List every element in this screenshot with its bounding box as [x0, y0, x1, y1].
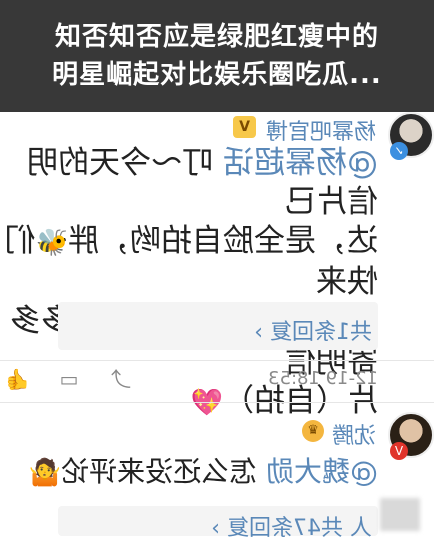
shrug-emoji-icon: 🤷	[28, 458, 62, 488]
chevron-right-icon: ›	[254, 320, 263, 345]
mention-link[interactable]: @杨幂超话	[223, 145, 378, 181]
comment-2-body: @魏大勋 怎么还没来评论🤷	[0, 452, 378, 493]
like-icon[interactable]: 👍	[5, 367, 30, 391]
title-line-2: 明星崛起对比娱乐圈吃瓜...	[52, 60, 382, 90]
comment-2-username[interactable]: 沈腾	[332, 418, 376, 450]
heart-emoji-icon: 💖	[190, 388, 223, 418]
mention-link[interactable]: @魏大勋	[266, 455, 378, 488]
divider	[0, 360, 434, 361]
reply-link-2[interactable]: 人 共47条回复 ›	[211, 510, 372, 542]
share-icon[interactable]: ⤴	[110, 367, 132, 391]
blurred-patch	[380, 498, 420, 531]
comment-1-username[interactable]: 杨幂吧官博	[266, 114, 376, 146]
title-overlay: 知否知否应是绿肥红瘦中的 明星崛起对比娱乐圈吃瓜...	[0, 0, 434, 112]
comment-icon[interactable]: ▭	[58, 367, 80, 391]
divider	[0, 402, 434, 403]
title-line-1: 知否知否应是绿肥红瘦中的	[54, 22, 379, 52]
crown-icon: ♛	[302, 420, 324, 442]
verified-icon: V	[390, 442, 408, 460]
bee-emoji-icon: 🐝	[35, 228, 68, 258]
vip-badge: V	[233, 116, 256, 138]
chevron-right-icon: ›	[211, 516, 220, 541]
reply-link-1[interactable]: 共1条回复 ›	[254, 314, 372, 346]
verified-icon: ✓	[390, 142, 408, 160]
comment-1-timestamp: 12-19 18:53	[268, 368, 378, 389]
